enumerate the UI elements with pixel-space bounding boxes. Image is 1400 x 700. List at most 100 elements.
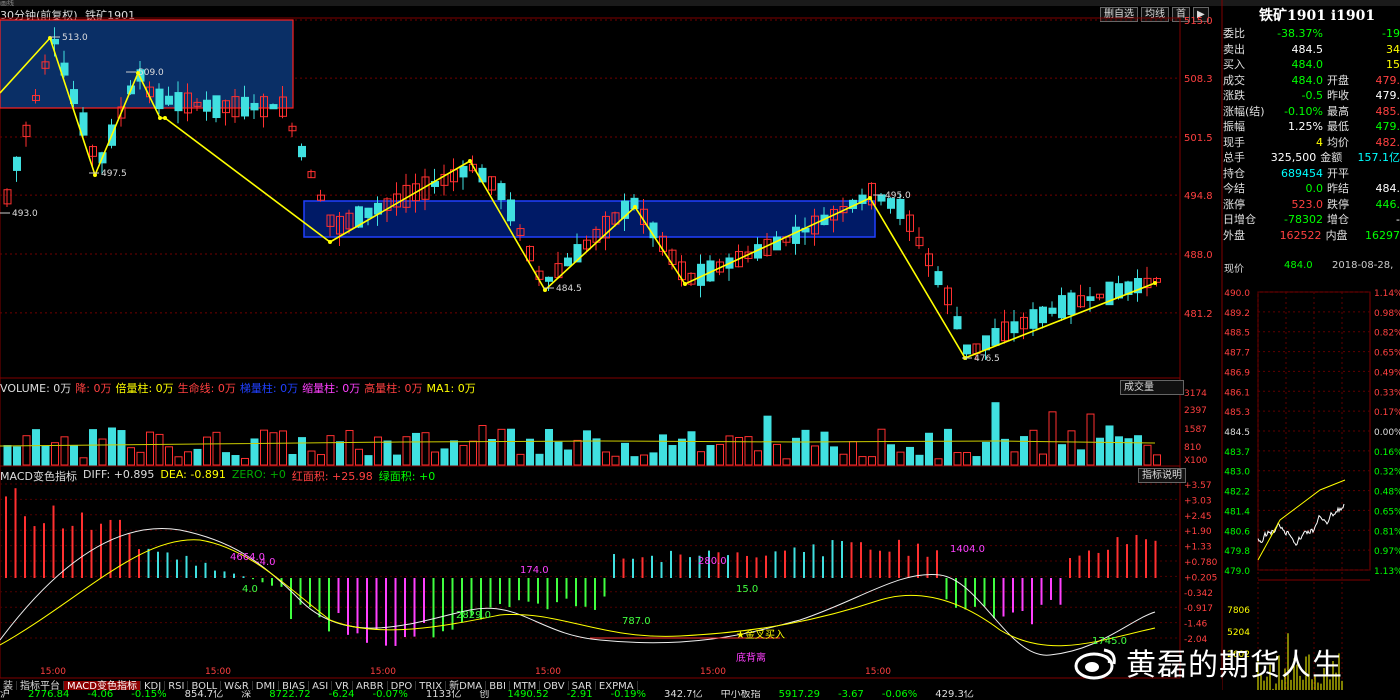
volume-bar [659, 434, 667, 466]
indicator-tab[interactable]: 装 [0, 681, 17, 690]
candle [1086, 296, 1095, 301]
volume-bar [193, 448, 202, 466]
macd-annotation: 底背离 [736, 651, 766, 664]
volume-bar [1058, 444, 1066, 466]
shrink-volume-label: 缩量柱: 0万 [302, 382, 361, 395]
quote-title: 铁矿1901 i1901 [1259, 8, 1376, 24]
volume-bar [706, 445, 715, 466]
candle [13, 156, 21, 171]
indicator-tab[interactable]: ASI [309, 681, 333, 690]
macd-axis-label: -1.46 [1184, 620, 1208, 630]
candle [982, 335, 990, 351]
volume-bar [478, 425, 487, 466]
volume-bar [165, 446, 173, 466]
indicator-tab[interactable]: VR [332, 681, 354, 690]
volume-bar [564, 449, 572, 466]
indicator-tab[interactable]: ARBR [353, 681, 388, 690]
quote-value: 16297 [1364, 228, 1400, 242]
indicator-tab[interactable]: SAR [569, 681, 596, 690]
volume-bar [811, 445, 819, 466]
macd-axis-label: +0.205 [1184, 573, 1217, 583]
indicator-tab[interactable]: KDJ [141, 681, 166, 690]
quote-row: 持仓 689454 开平 [1223, 166, 1400, 182]
candle [174, 92, 183, 112]
volume-axis-label: 3174 [1184, 389, 1207, 399]
time-axis-label: 15:00 [370, 667, 396, 677]
macd-annotation: 174.0 [520, 565, 549, 576]
volume-bar [934, 458, 943, 466]
mini-price-label: 486.1 [1224, 388, 1250, 398]
indicator-help-button[interactable]: 指标说明 [1138, 468, 1186, 483]
quote-label: 买入 [1223, 58, 1245, 71]
diff-value: DIFF: +0.895 [82, 468, 155, 481]
macd-annotation: -4.0 [256, 557, 276, 568]
candle [298, 145, 306, 158]
volume-bar [516, 453, 525, 466]
quote-row: 涨跌 -0.5 昨收 479. [1223, 88, 1400, 104]
indicator-tab[interactable]: 新DMA [446, 681, 487, 690]
indicator-tab[interactable]: TRIX [416, 681, 447, 690]
quote-label [1323, 42, 1367, 58]
volume-bar [820, 431, 829, 466]
volume-bar [896, 451, 905, 466]
quote-label: 涨幅(结) [1223, 104, 1265, 118]
volume-bar [678, 438, 686, 466]
quote-value: 162522 [1279, 228, 1322, 242]
indicator-tab[interactable]: EXPMA [596, 681, 638, 690]
volume-bar [402, 436, 411, 466]
volume-ma-line [0, 440, 1156, 447]
indicator-tab[interactable]: BOLL [188, 681, 222, 690]
quote-label: 持仓 [1223, 166, 1245, 180]
status-item: -4.06 [87, 690, 114, 700]
weibo-logo-icon [1074, 648, 1116, 680]
high-volume-label: 高量柱: 0万 [364, 382, 423, 395]
candle [991, 328, 1000, 346]
indicator-tab[interactable]: RSI [165, 681, 189, 690]
volume-bar [972, 456, 981, 466]
mini-price-label: 479.0 [1224, 567, 1250, 577]
time-axis-label: 15:00 [700, 667, 726, 677]
quote-value: 523.0 [1291, 197, 1324, 211]
volume-bar [716, 443, 724, 466]
indicator-tab[interactable]: 指标平台 [17, 681, 64, 690]
volume-bar [412, 432, 420, 466]
macd-axis-label: +3.03 [1184, 496, 1212, 506]
mini-avg-line [1257, 479, 1346, 561]
volume-bar [1010, 451, 1019, 466]
mini-price-line [1257, 503, 1345, 546]
volume-bar [364, 455, 373, 466]
quote-value: 325,500 [1270, 151, 1317, 164]
indicator-tab[interactable]: OBV [540, 681, 569, 690]
volume-bar [307, 450, 316, 466]
status-bar: 沪 2776.84 -4.06 -0.15% 854.7亿 深 8722.72 -6.24 -0… [0, 690, 1400, 700]
volume-bar [592, 438, 601, 466]
chart-canvas[interactable]: 515.0 508.3 501.5 494.8 488.0 481.2 513.0 509.… [0, 0, 1400, 700]
volume-bar [535, 453, 544, 466]
volume-bar [431, 451, 439, 466]
indicator-tab[interactable]: MTM [510, 681, 541, 690]
volume-bar [915, 454, 924, 466]
macd-annotation: 4.0 [242, 584, 258, 595]
volume-bar [98, 438, 107, 466]
volume-bar [554, 441, 563, 466]
candle [165, 95, 173, 105]
volume-bar [849, 441, 857, 466]
quote-value: 446. [1375, 197, 1400, 211]
quote-value [1367, 166, 1400, 182]
indicator-tab[interactable]: MACD变色指标 [64, 681, 141, 690]
quote-value: -0.10% [1284, 104, 1323, 118]
indicator-tab[interactable]: DMI [253, 681, 280, 690]
candle [497, 183, 506, 201]
quote-label: 振幅 [1223, 120, 1245, 133]
volume-dropdown-button[interactable]: 成交量 [1120, 380, 1184, 395]
life-line-label: 生命线: 0万 [177, 382, 236, 395]
quote-label: 总手 [1223, 151, 1245, 164]
macd-annotation: 280.0 [698, 556, 727, 567]
volume-bar [136, 451, 145, 466]
indicator-tab[interactable]: BBI [486, 681, 510, 690]
indicator-tab[interactable]: DPO [388, 681, 417, 690]
status-item: 创 [479, 690, 490, 700]
watermark: 黄磊的期货人生 [1072, 640, 1343, 684]
indicator-tab[interactable]: BIAS [279, 681, 310, 690]
indicator-tab[interactable]: W&R [221, 681, 253, 690]
